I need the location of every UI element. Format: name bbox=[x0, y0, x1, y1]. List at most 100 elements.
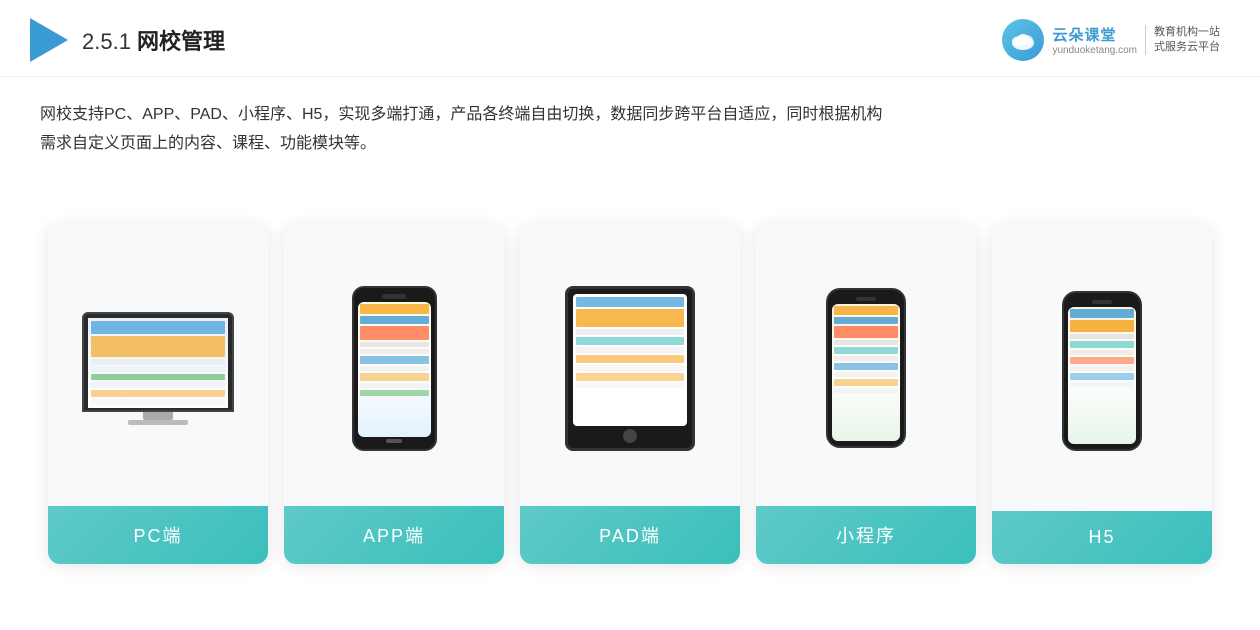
pc-stand bbox=[143, 412, 173, 420]
pad-mockup bbox=[565, 286, 695, 451]
app-screen-row bbox=[360, 383, 429, 388]
card-pad-label: PAD端 bbox=[520, 506, 740, 564]
pc-base bbox=[128, 420, 188, 425]
app-screen-row bbox=[360, 342, 429, 347]
pc-screen-content bbox=[88, 318, 228, 408]
mini-screen-row bbox=[834, 372, 898, 377]
app-phone-screen bbox=[358, 302, 431, 437]
mini-screen-row bbox=[834, 356, 898, 361]
card-pc-label: PC端 bbox=[48, 506, 268, 564]
card-pad: PAD端 bbox=[520, 224, 740, 564]
h5-screen-row bbox=[1070, 341, 1134, 348]
brand-slogan: 教育机构一站 式服务云平台 bbox=[1145, 25, 1220, 56]
pad-screen-row bbox=[576, 347, 684, 353]
title-bold: 网校管理 bbox=[137, 29, 225, 54]
h5-screen-row bbox=[1070, 334, 1134, 339]
description-line1: 网校支持PC、APP、PAD、小程序、H5，实现多端打通，产品各终端自由切换，数… bbox=[40, 101, 1220, 130]
pad-home-button bbox=[623, 429, 637, 443]
app-screen-row bbox=[360, 356, 429, 364]
card-miniprogram-image bbox=[756, 224, 976, 506]
mini-screen-row bbox=[834, 379, 898, 386]
h5-screen-row bbox=[1070, 373, 1134, 380]
pc-mockup bbox=[82, 312, 234, 425]
pad-screen-row bbox=[576, 297, 684, 307]
brand-logo: 云朵课堂 yunduoketang.com 教育机构一站 式服务云平台 bbox=[1002, 19, 1220, 61]
cloud-icon bbox=[1009, 26, 1037, 54]
header-right: 云朵课堂 yunduoketang.com 教育机构一站 式服务云平台 bbox=[1002, 19, 1220, 61]
card-app: APP端 bbox=[284, 224, 504, 564]
brand-text: 云朵课堂 yunduoketang.com bbox=[1052, 24, 1137, 56]
mini-screen-row bbox=[834, 363, 898, 370]
pc-content-row bbox=[91, 382, 225, 388]
app-screen-row bbox=[360, 373, 429, 381]
card-pc-image bbox=[48, 224, 268, 506]
h5-screen-row bbox=[1070, 357, 1134, 364]
mini-screen-row bbox=[834, 388, 898, 393]
description-line2: 需求自定义页面上的内容、课程、功能模块等。 bbox=[40, 130, 1220, 159]
h5-screen-row bbox=[1070, 309, 1134, 318]
brand-icon bbox=[1002, 19, 1044, 61]
pad-screen-row bbox=[576, 309, 684, 327]
card-app-image bbox=[284, 224, 504, 506]
pc-content-row bbox=[91, 399, 225, 405]
page: 2.5.1 网校管理 云朵课堂 yunduoketang.com bbox=[0, 0, 1260, 630]
pc-content-row bbox=[91, 321, 225, 334]
pc-content-row bbox=[91, 390, 225, 398]
pad-screen bbox=[573, 294, 687, 426]
mini-screen-row bbox=[834, 317, 898, 324]
pad-screen-row bbox=[576, 337, 684, 345]
h5-screen bbox=[1068, 307, 1136, 444]
mini-notch bbox=[856, 297, 876, 301]
header: 2.5.1 网校管理 云朵课堂 yunduoketang.com bbox=[0, 0, 1260, 77]
card-h5: H5 bbox=[992, 224, 1212, 564]
miniprogram-phone-mockup bbox=[826, 288, 906, 448]
pad-screen-row bbox=[576, 383, 684, 388]
pc-screen-outer bbox=[82, 312, 234, 412]
app-screen-row bbox=[360, 366, 429, 371]
card-pc: PC端 bbox=[48, 224, 268, 564]
pad-screen-row bbox=[576, 329, 684, 335]
brand-name: 云朵课堂 bbox=[1052, 24, 1137, 45]
h5-screen-row bbox=[1070, 320, 1134, 332]
app-screen-row bbox=[360, 326, 429, 340]
logo-triangle-icon bbox=[30, 18, 68, 62]
mini-screen-row bbox=[834, 326, 898, 338]
mini-screen-row bbox=[834, 347, 898, 354]
card-miniprogram: 小程序 bbox=[756, 224, 976, 564]
pc-content-row bbox=[91, 367, 225, 373]
pc-content-row bbox=[91, 336, 225, 357]
cards-section: PC端 bbox=[0, 169, 1260, 630]
phone-home-button bbox=[386, 439, 402, 443]
card-miniprogram-label: 小程序 bbox=[756, 506, 976, 564]
card-h5-label: H5 bbox=[992, 511, 1212, 564]
mini-screen-row bbox=[834, 306, 898, 315]
card-h5-image bbox=[992, 224, 1212, 511]
app-screen-row bbox=[360, 316, 429, 324]
pad-screen-row bbox=[576, 373, 684, 381]
mini-screen bbox=[832, 304, 900, 441]
card-pad-image bbox=[520, 224, 740, 506]
app-screen-row bbox=[360, 304, 429, 314]
app-screen-row bbox=[360, 349, 429, 354]
section-number: 2.5.1 bbox=[82, 29, 137, 54]
description: 网校支持PC、APP、PAD、小程序、H5，实现多端打通，产品各终端自由切换，数… bbox=[0, 77, 1260, 169]
pc-screen bbox=[88, 318, 228, 408]
app-screen-row bbox=[360, 390, 429, 396]
h5-phone-mockup bbox=[1062, 291, 1142, 451]
h5-screen-row bbox=[1070, 350, 1134, 355]
slogan-line2: 式服务云平台 bbox=[1154, 40, 1220, 55]
mini-screen-row bbox=[834, 340, 898, 345]
h5-screen-row bbox=[1070, 382, 1134, 387]
card-app-label: APP端 bbox=[284, 506, 504, 564]
pc-content-row bbox=[91, 359, 225, 365]
header-left: 2.5.1 网校管理 bbox=[30, 18, 225, 62]
slogan-line1: 教育机构一站 bbox=[1154, 25, 1220, 40]
page-title: 2.5.1 网校管理 bbox=[82, 24, 225, 56]
app-phone-mockup bbox=[352, 286, 437, 451]
phone-notch bbox=[382, 294, 406, 299]
h5-mini-notch bbox=[1092, 300, 1112, 304]
pc-content-row bbox=[91, 374, 225, 380]
brand-url: yunduoketang.com bbox=[1052, 45, 1137, 56]
pad-screen-row bbox=[576, 355, 684, 363]
pad-screen-row bbox=[576, 365, 684, 371]
